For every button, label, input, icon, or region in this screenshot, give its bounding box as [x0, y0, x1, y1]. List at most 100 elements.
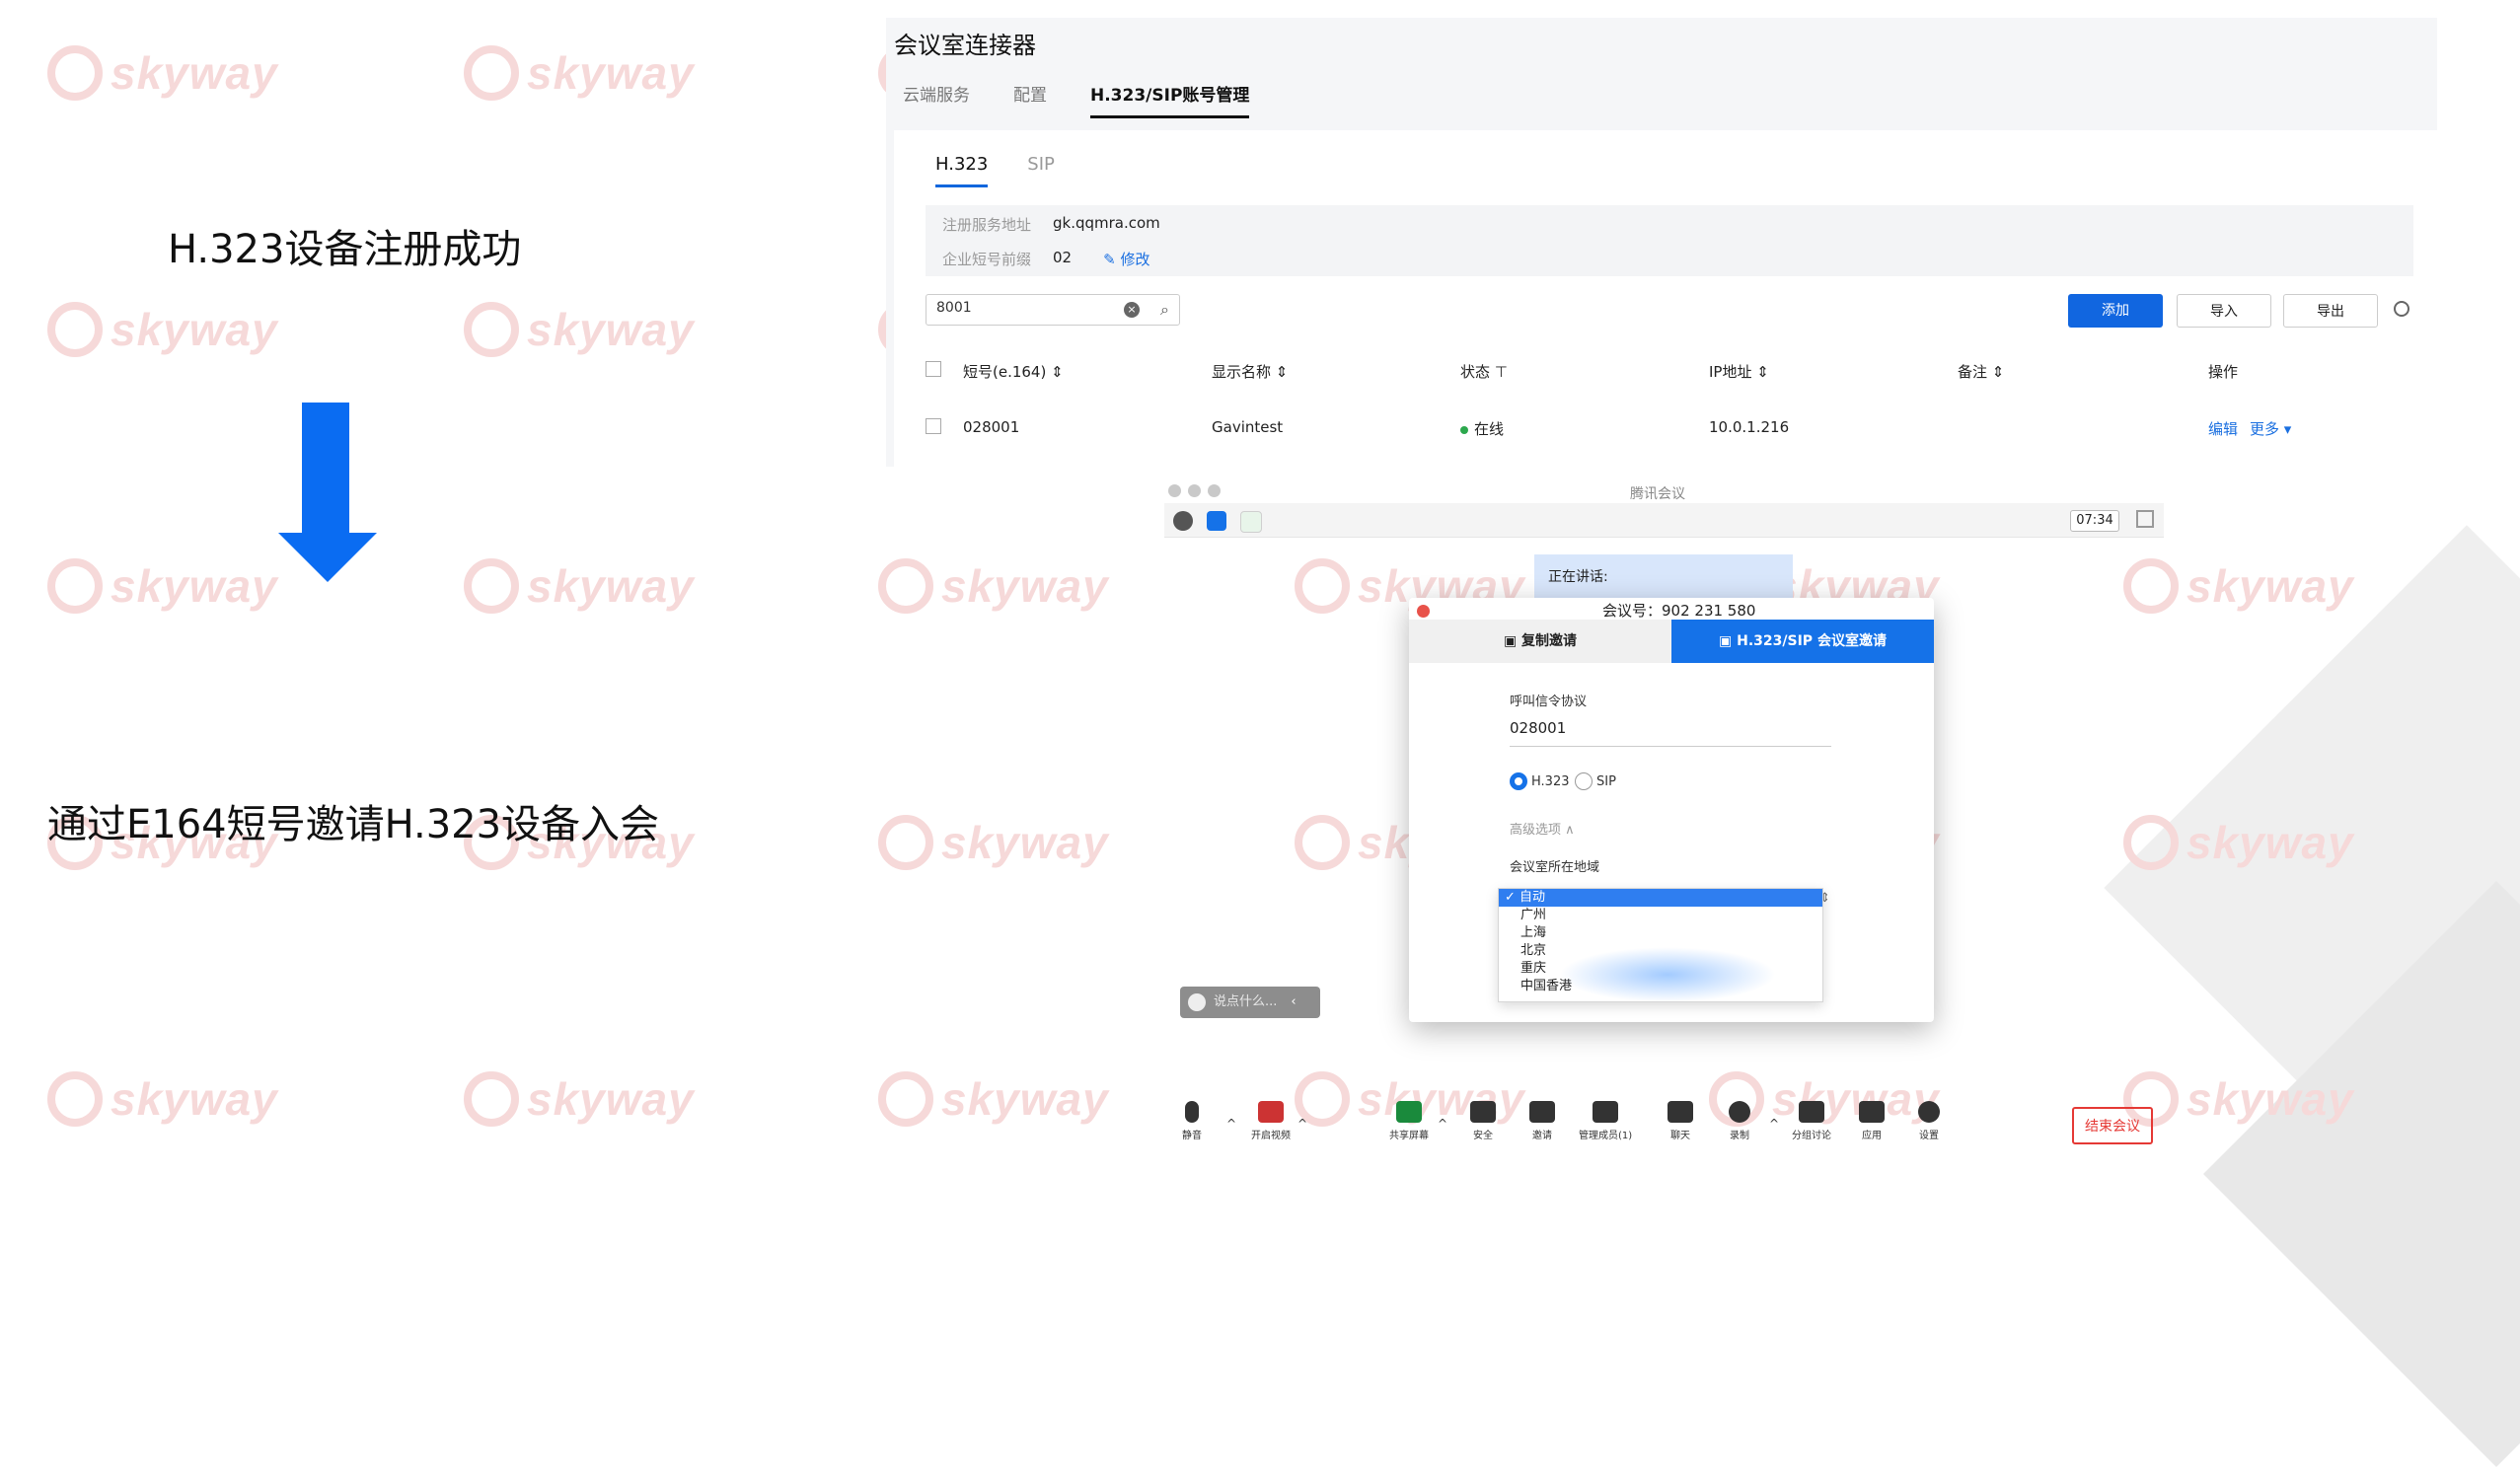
radio-sip[interactable]: [1575, 772, 1593, 790]
tab-h323-label: H.323/SIP 会议室邀请: [1737, 633, 1887, 649]
row-checkbox[interactable]: [926, 418, 941, 434]
row-more-link[interactable]: 更多 ▾: [2250, 418, 2291, 439]
watermark-logo-icon: [1295, 815, 1350, 870]
row-e164: 028001: [963, 418, 1020, 436]
dialog-close-icon[interactable]: [1417, 605, 1430, 618]
record-icon: [1729, 1101, 1750, 1123]
tab-sip[interactable]: SIP: [1027, 154, 1055, 187]
col-status[interactable]: 状态 ⊤: [1460, 361, 1508, 382]
microphone-icon: [1185, 1101, 1199, 1123]
chat-button[interactable]: 聊天: [1668, 1101, 1693, 1141]
region-option[interactable]: 广州: [1499, 907, 1822, 924]
chat-icon: [1668, 1101, 1693, 1123]
breakout-icon: [1799, 1101, 1824, 1123]
watermark-text: skyway: [527, 1073, 695, 1125]
advanced-options-toggle[interactable]: 高级选项 ∧: [1510, 819, 1575, 838]
row-edit-link[interactable]: 编辑: [2208, 418, 2238, 439]
col-action: 操作: [2208, 363, 2239, 381]
end-meeting-button[interactable]: 结束会议: [2072, 1107, 2153, 1144]
share-screen-button[interactable]: 共享屏幕: [1389, 1101, 1429, 1141]
tab-config[interactable]: 配置: [1013, 81, 1047, 118]
watermark: skyway: [878, 815, 1109, 870]
col-e164[interactable]: 短号(e.164) ⇕: [963, 361, 1064, 382]
chat-label: 聊天: [1670, 1131, 1690, 1141]
col-ip[interactable]: IP地址 ⇕: [1709, 361, 1769, 382]
tab-account[interactable]: H.323/SIP账号管理: [1090, 81, 1250, 118]
tab-copy-invite[interactable]: ▣ 复制邀请: [1409, 620, 1671, 663]
refresh-icon[interactable]: [2394, 301, 2409, 317]
collapse-chevron-icon[interactable]: ‹: [1291, 994, 1296, 1009]
window-minimize-icon[interactable]: [1188, 484, 1201, 497]
chevron-up-icon[interactable]: ^: [1226, 1117, 1236, 1131]
watermark-logo-icon: [878, 558, 933, 614]
label-invite: 通过E164短号邀请H.323设备入会: [47, 802, 660, 847]
search-icon[interactable]: ⌕: [1160, 300, 1169, 320]
window-close-icon[interactable]: [1168, 484, 1181, 497]
meeting-timer: 07:34: [2070, 510, 2119, 532]
manage-members-button[interactable]: 管理成员(1): [1579, 1101, 1632, 1141]
info-icon[interactable]: [1173, 511, 1193, 531]
share-label: 共享屏幕: [1389, 1131, 1429, 1141]
watermark-text: skyway: [527, 560, 695, 612]
record-button[interactable]: 录制: [1729, 1101, 1750, 1141]
protocol-label: 呼叫信令协议: [1510, 695, 1588, 709]
search-input[interactable]: 8001 × ⌕: [926, 294, 1180, 326]
chevron-up-icon[interactable]: ^: [1769, 1117, 1779, 1131]
watermark-text: skyway: [527, 304, 695, 355]
watermark-logo-icon: [47, 1071, 103, 1127]
fullscreen-icon[interactable]: [2136, 510, 2154, 528]
chat-input[interactable]: 说点什么... ‹: [1180, 987, 1320, 1018]
speaking-indicator: 正在讲话:: [1534, 554, 1793, 602]
region-option[interactable]: ✓ 自动: [1499, 889, 1822, 907]
watermark-logo-icon: [2123, 815, 2179, 870]
radio-h323[interactable]: [1510, 772, 1527, 790]
window-zoom-icon[interactable]: [1208, 484, 1221, 497]
clear-icon[interactable]: ×: [1124, 302, 1140, 318]
tab-copy-label: 复制邀请: [1521, 633, 1578, 649]
chevron-up-icon[interactable]: ^: [1297, 1117, 1307, 1131]
export-button[interactable]: 导出: [2283, 294, 2378, 328]
col-note[interactable]: 备注 ⇕: [1958, 361, 2004, 382]
apps-button[interactable]: 应用: [1859, 1101, 1885, 1141]
watermark-logo-icon: [464, 558, 519, 614]
emoji-icon[interactable]: [1188, 992, 1206, 1011]
col-name[interactable]: 显示名称 ⇕: [1212, 361, 1288, 382]
watermark: skyway: [2123, 558, 2354, 614]
invite-button[interactable]: 邀请: [1529, 1101, 1555, 1141]
signal-icon[interactable]: [1240, 511, 1262, 533]
add-button[interactable]: 添加: [2068, 294, 2163, 328]
video-button[interactable]: 开启视频: [1251, 1101, 1291, 1141]
security-button[interactable]: 安全: [1470, 1101, 1496, 1141]
gear-icon: [1918, 1101, 1940, 1123]
watermark-logo-icon: [464, 45, 519, 101]
number-input[interactable]: 028001: [1510, 714, 1831, 747]
row-status-text: 在线: [1474, 420, 1505, 438]
settings-button[interactable]: 设置: [1918, 1101, 1940, 1141]
breakout-button[interactable]: 分组讨论: [1792, 1101, 1831, 1141]
shield-icon[interactable]: [1207, 511, 1226, 531]
watermark-text: skyway: [111, 47, 278, 99]
share-screen-icon: [1396, 1101, 1422, 1123]
mute-button[interactable]: 静音: [1182, 1101, 1202, 1141]
watermark: skyway: [47, 45, 278, 101]
meeting-top-bar: [1164, 503, 2164, 538]
chevron-up-icon[interactable]: ^: [1438, 1117, 1447, 1131]
watermark-text: skyway: [111, 1073, 278, 1125]
watermark-logo-icon: [47, 45, 103, 101]
tab-cloud[interactable]: 云端服务: [903, 81, 970, 118]
import-button[interactable]: 导入: [2177, 294, 2271, 328]
radio-h323-label: H.323: [1531, 774, 1570, 789]
online-dot-icon: [1460, 425, 1468, 434]
region-option[interactable]: 上海: [1499, 924, 1822, 942]
watermark-text: skyway: [527, 47, 695, 99]
select-all-checkbox[interactable]: [926, 361, 941, 377]
tab-h323[interactable]: H.323: [935, 154, 989, 187]
members-label: 管理成员(1): [1579, 1131, 1633, 1141]
sub-tabs: H.323 SIP: [935, 154, 1055, 187]
watermark-text: skyway: [111, 560, 278, 612]
down-arrow-icon: [302, 403, 349, 536]
tab-h323-invite[interactable]: ▣ H.323/SIP 会议室邀请: [1671, 620, 1934, 663]
watermark: skyway: [2123, 1071, 2354, 1127]
edit-prefix-link[interactable]: ✎ 修改: [1103, 249, 1149, 269]
watermark: skyway: [2123, 815, 2354, 870]
